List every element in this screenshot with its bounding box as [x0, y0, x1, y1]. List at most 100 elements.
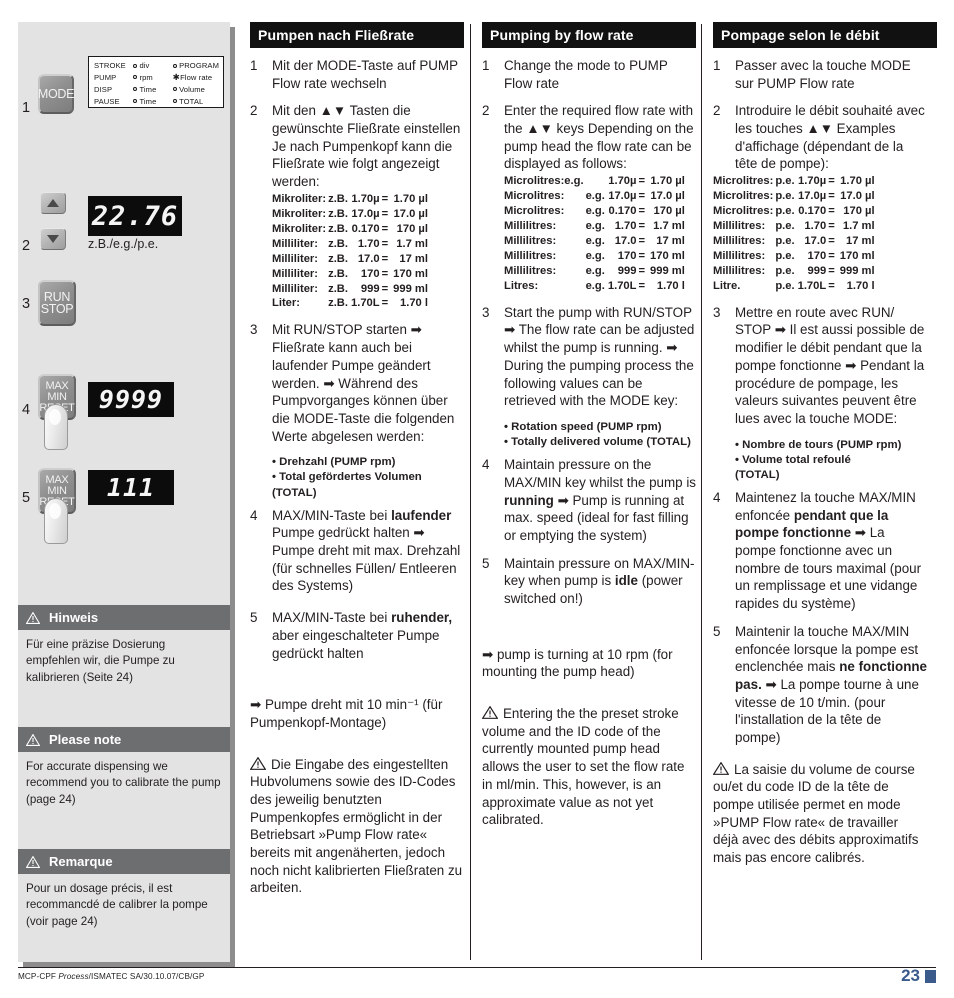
column-divider: [701, 24, 702, 960]
value-cell-res: 17.0 µl: [393, 207, 428, 220]
note-header: Hinweis: [18, 605, 230, 630]
value-cell-res: 999 ml: [839, 264, 875, 277]
value-cell-val: 1.70L: [607, 279, 637, 292]
value-cell-unitname: Millilitres:: [504, 249, 557, 262]
step-text: Enter the required flow rate with the ▲▼…: [504, 103, 694, 172]
value-cell-eg: e.g.: [585, 234, 605, 247]
step-item: 1 Change the mode to PUMP Flow rate: [482, 57, 696, 92]
mode-legend-box: STROKE div PROGRAM PUMP rpm ✱Flow rate D…: [88, 56, 224, 108]
value-cell-res: 170 µl: [653, 205, 685, 218]
value-table-row: Microlitres: p.e. 17.0µ = 17.0 µl: [713, 189, 875, 204]
value-table-row: Mikroliter: z.B. 17.0µ = 17.0 µl: [272, 207, 428, 222]
value-cell-unitname: Millilitres:: [504, 264, 557, 277]
value-table-row: Mikroliter: z.B. 0.170 = 170 µl: [272, 222, 428, 237]
value-cell-val: 170: [617, 249, 637, 262]
led-active-star-icon: ✱: [172, 71, 180, 82]
step-number: 5: [482, 555, 490, 571]
value-cell-unitname: Litre.: [713, 279, 741, 292]
warning-triangle-icon: [712, 761, 730, 775]
column-header-english: Pumping by flow rate: [482, 22, 696, 48]
legend-row: PUMP rpm ✱Flow rate: [94, 72, 219, 84]
value-table-row: Microlitres: p.e. 0.170 = 170 µl: [713, 204, 875, 219]
value-cell-res: 999 ml: [650, 264, 685, 277]
warning-triangle-icon: [26, 611, 40, 624]
value-cell-res: 999 ml: [393, 282, 428, 295]
value-cell-val: 1.70: [357, 237, 380, 250]
value-cell-eq: =: [638, 249, 646, 262]
value-table-row: Litres: e.g. 1.70L = 1.70 l: [504, 279, 685, 294]
footer-post: /ISMATEC SA/30.10.07/CB/GP: [88, 972, 205, 981]
step-number-2: 2: [22, 238, 31, 254]
value-table-row: Millilitres: p.e. 170 = 170 ml: [713, 249, 875, 264]
value-cell-val: 17.0µ: [351, 207, 380, 220]
value-cell-eg: z.B.: [328, 237, 348, 250]
step-number: 2: [713, 103, 721, 119]
value-table-row: Millilitres: e.g. 999 = 999 ml: [504, 264, 685, 279]
arrow-up-button[interactable]: [40, 192, 66, 214]
note-title: Hinweis: [49, 610, 99, 625]
value-cell-res: 1.7 ml: [396, 237, 428, 250]
step-text: Maintenez la touche MAX/MIN enfoncée pen…: [735, 490, 922, 612]
step-text: MAX/MIN-Taste bei ruhender, aber eingesc…: [272, 610, 453, 661]
value-cell-unitname: Millilitres:: [713, 234, 766, 247]
step-number: 4: [713, 490, 721, 506]
step-number: 5: [713, 623, 721, 639]
value-cell-val: 1.70: [804, 219, 827, 232]
value-cell-eg: p.e.: [775, 234, 795, 247]
step-text: Maintain pressure on the MAX/MIN key whi…: [504, 457, 696, 543]
value-cell-eg: p.e.: [775, 219, 795, 232]
flow-rate-table-german: Mikroliter: z.B. 1.70µ = 1.70 µl Mikroliter: z…: [250, 192, 464, 312]
step-item: 4 Maintain pressure on the MAX/MIN key w…: [482, 456, 696, 544]
value-table-row: Microlitres: e.g. 0.170 = 170 µl: [504, 204, 685, 219]
value-cell-unitname: Millilitres:: [713, 264, 766, 277]
note-box-en: Please note For accurate dispensing we r…: [18, 727, 230, 808]
value-cell-eg: e.g.: [585, 190, 605, 203]
finger-press-icon: [44, 404, 68, 450]
step-item: 2 Enter the required flow rate with the …: [482, 102, 696, 173]
footer-divider: [18, 967, 936, 968]
step-item: 5 Maintenir la touche MAX/MIN enfoncée l…: [713, 623, 927, 747]
value-cell-eg: z.B.: [328, 252, 348, 265]
value-cell-eq: =: [638, 175, 646, 188]
value-cell-eg: p.e.: [775, 205, 795, 218]
value-table-row: Microlitres:e.g. 1.70µ = 1.70 µl: [504, 174, 685, 189]
value-cell-eq: =: [828, 264, 835, 277]
value-cell-unitname: Microlitres:: [713, 205, 774, 218]
bullet-list: • Rotation speed (PUMP rpm) • Totally de…: [504, 420, 691, 449]
value-table-body: Microlitres: p.e. 1.70µ = 1.70 µl Microlitres…: [713, 174, 875, 294]
led-indicator-icon: [172, 99, 177, 104]
note-box-fr: Remarque Pour un dosage précis, il est r…: [18, 849, 230, 930]
page-marker-square: [925, 970, 936, 983]
step-text: Start the pump with RUN/STOP ➡ The flow …: [504, 304, 695, 409]
value-table-row: Millilitres: e.g. 17.0 = 17 ml: [504, 234, 685, 249]
column-english: Pumping by flow rate 1 Change the mode t…: [481, 22, 696, 829]
step-text: Introduire le débit souhaité avec les to…: [735, 103, 925, 172]
step-number: 3: [250, 322, 258, 338]
run-stop-button[interactable]: RUN STOP: [38, 280, 76, 326]
value-cell-val: 999: [360, 282, 380, 295]
value-cell-unitname: Mikroliter:: [272, 207, 327, 220]
legend-c2: Time: [132, 96, 173, 108]
value-cell-unitname: Mikroliter:: [272, 222, 327, 235]
value-cell-unitname: Millilitres:: [504, 219, 557, 232]
value-cell-eg: p.e.: [775, 279, 795, 292]
value-cell-eq: =: [828, 279, 835, 292]
value-cell-val: 170: [807, 249, 827, 262]
value-cell-eg: e.g.: [585, 264, 605, 277]
column-header-french: Pompage selon le débit: [713, 22, 937, 48]
value-cell-val: 1.70µ: [351, 192, 380, 205]
mode-button-label: MODE: [37, 86, 75, 101]
value-cell-val: 0.170: [351, 222, 380, 235]
warning-text: Die Eingabe des eingestellten Hubvolumen…: [250, 756, 463, 896]
mode-button[interactable]: MODE: [38, 74, 74, 114]
arrow-down-button[interactable]: [40, 228, 66, 250]
step-number-5: 5: [22, 490, 31, 506]
value-cell-res: 170 ml: [839, 249, 875, 262]
value-cell-unitname: Microlitres:e.g.: [504, 175, 584, 188]
column-header-german: Pumpen nach Fließrate: [250, 22, 464, 48]
value-cell-unitname: Mikroliter:: [272, 192, 327, 205]
step-number: 5: [250, 610, 258, 626]
step-item: 3 Start the pump with RUN/STOP ➡ The flo…: [482, 304, 696, 410]
step-text: MAX/MIN-Taste bei laufender Pumpe gedrüc…: [272, 507, 461, 594]
value-cell-res: 1.70 µl: [650, 175, 685, 188]
